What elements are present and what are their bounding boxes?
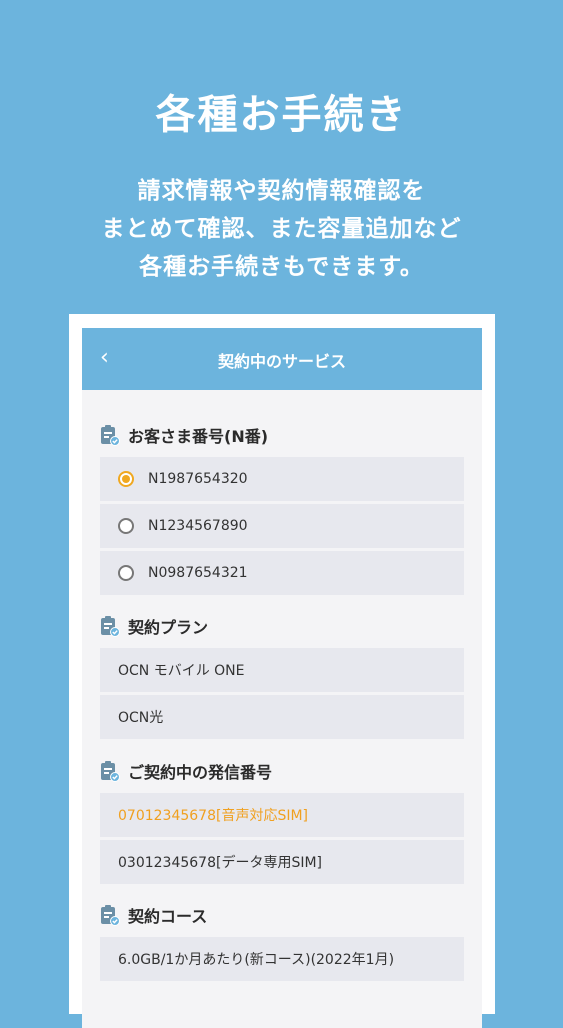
section-heading: お客さま番号(N番) bbox=[100, 421, 464, 449]
radio-button[interactable] bbox=[118, 518, 134, 534]
list-item-label: OCN モバイル ONE bbox=[118, 663, 245, 679]
app-bar: ‹ 契約中のサービス bbox=[82, 328, 482, 390]
section-course: 契約コース 6.0GB/1か月あたり(新コース)(2022年1月) bbox=[100, 901, 464, 981]
section-heading-label: お客さま番号(N番) bbox=[128, 427, 269, 446]
list-item-label: OCN光 bbox=[118, 710, 164, 726]
radio-option-label: N1234567890 bbox=[148, 518, 248, 534]
section-heading-label: 契約コース bbox=[128, 907, 208, 926]
section-customer-number: お客さま番号(N番) N1987654320 N1234567890 N0987… bbox=[100, 421, 464, 595]
list-item[interactable]: 6.0GB/1か月あたり(新コース)(2022年1月) bbox=[100, 937, 464, 981]
section-heading-label: 契約プラン bbox=[128, 618, 209, 637]
hero-title: 各種お手続き bbox=[155, 92, 408, 138]
radio-option-label: N1987654320 bbox=[148, 471, 248, 487]
list-item-selected[interactable]: 07012345678[音声対応SIM] bbox=[100, 793, 464, 837]
hero-subtitle-line: まとめて確認、また容量追加など bbox=[101, 216, 462, 242]
clipboard-check-icon bbox=[101, 425, 120, 446]
radio-option[interactable]: N1234567890 bbox=[100, 504, 464, 548]
phone-frame: ‹ 契約中のサービス お客さま番号(N番) N1987654320 N12345… bbox=[69, 314, 495, 1028]
section-heading: 契約コース bbox=[100, 901, 464, 929]
radio-option[interactable]: N0987654321 bbox=[100, 551, 464, 595]
list-item-label: 03012345678[データ専用SIM] bbox=[118, 855, 322, 871]
clipboard-check-icon bbox=[101, 761, 120, 782]
radio-button[interactable] bbox=[118, 565, 134, 581]
section-numbers: ご契約中の発信番号 07012345678[音声対応SIM] 030123456… bbox=[100, 757, 464, 884]
hero-subtitle-line: 各種お手続きもできます。 bbox=[139, 254, 424, 280]
radio-option[interactable]: N1987654320 bbox=[100, 457, 464, 501]
list-item-label: 07012345678[音声対応SIM] bbox=[118, 808, 308, 824]
section-heading: ご契約中の発信番号 bbox=[100, 757, 464, 785]
page-title: 契約中のサービス bbox=[217, 352, 346, 371]
clipboard-check-icon bbox=[101, 616, 120, 637]
clipboard-check-icon bbox=[101, 905, 120, 926]
list-item-label: 6.0GB/1か月あたり(新コース)(2022年1月) bbox=[118, 952, 395, 968]
list-item[interactable]: 03012345678[データ専用SIM] bbox=[100, 840, 464, 884]
section-heading-label: ご契約中の発信番号 bbox=[128, 763, 273, 782]
list-item[interactable]: OCN光 bbox=[100, 695, 464, 739]
hero-subtitle: 請求情報や契約情報確認を まとめて確認、また容量追加など 各種お手続きもできます… bbox=[0, 172, 563, 286]
section-heading: 契約プラン bbox=[100, 612, 464, 640]
radio-option-label: N0987654321 bbox=[148, 565, 248, 581]
app-screen: ‹ 契約中のサービス お客さま番号(N番) N1987654320 N12345… bbox=[82, 328, 482, 1028]
hero-subtitle-line: 請求情報や契約情報確認を bbox=[137, 178, 426, 204]
radio-button-selected[interactable] bbox=[118, 471, 134, 487]
section-plan: 契約プラン OCN モバイル ONE OCN光 bbox=[100, 612, 464, 739]
list-item[interactable]: OCN モバイル ONE bbox=[100, 648, 464, 692]
